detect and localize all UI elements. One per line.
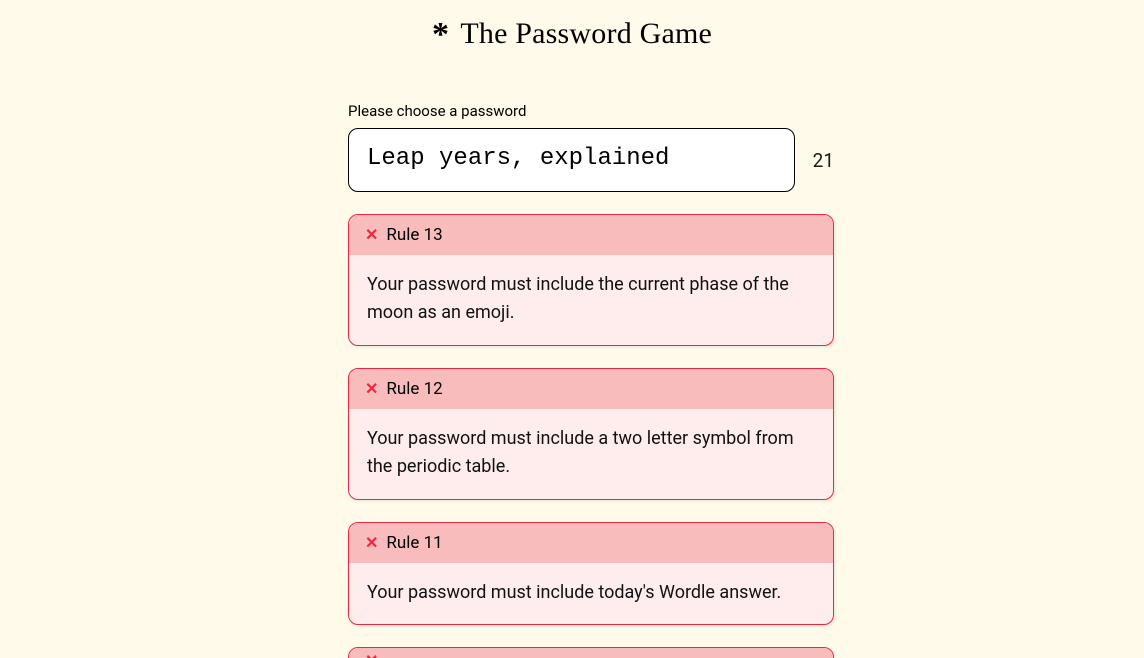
close-icon: ✕ <box>365 381 378 397</box>
rule-title: Rule 13 <box>386 225 442 245</box>
rule-head: ✕ Rule 13 <box>349 215 833 255</box>
rule-card-11: ✕ Rule 11 Your password must include tod… <box>348 522 834 626</box>
rule-title: Rule 12 <box>386 379 442 399</box>
rule-title: Rule 11 <box>386 533 442 553</box>
main-container: Please choose a password Leap years, exp… <box>348 102 834 658</box>
rule-head: ✕ Rule 11 <box>349 523 833 563</box>
rule-head: ✕ <box>349 648 833 658</box>
close-icon: ✕ <box>365 227 378 243</box>
prompt-label: Please choose a password <box>348 102 834 120</box>
rule-body: Your password must include a two letter … <box>349 409 833 499</box>
rule-body: Your password must include the current p… <box>349 255 833 345</box>
rule-head: ✕ Rule 12 <box>349 369 833 409</box>
close-icon: ✕ <box>365 535 378 551</box>
asterisk-icon: * <box>432 16 449 53</box>
rule-card-partial: ✕ <box>348 647 834 658</box>
page-title: * The Password Game <box>0 16 1144 54</box>
password-input[interactable]: Leap years, explained <box>348 128 795 192</box>
input-row: Leap years, explained 21 <box>348 128 834 192</box>
rule-card-12: ✕ Rule 12 Your password must include a t… <box>348 368 834 500</box>
rule-card-13: ✕ Rule 13 Your password must include the… <box>348 214 834 346</box>
char-count: 21 <box>813 149 834 172</box>
title-text: The Password Game <box>460 17 712 50</box>
rule-body: Your password must include today's Wordl… <box>349 563 833 625</box>
close-icon: ✕ <box>365 653 378 658</box>
